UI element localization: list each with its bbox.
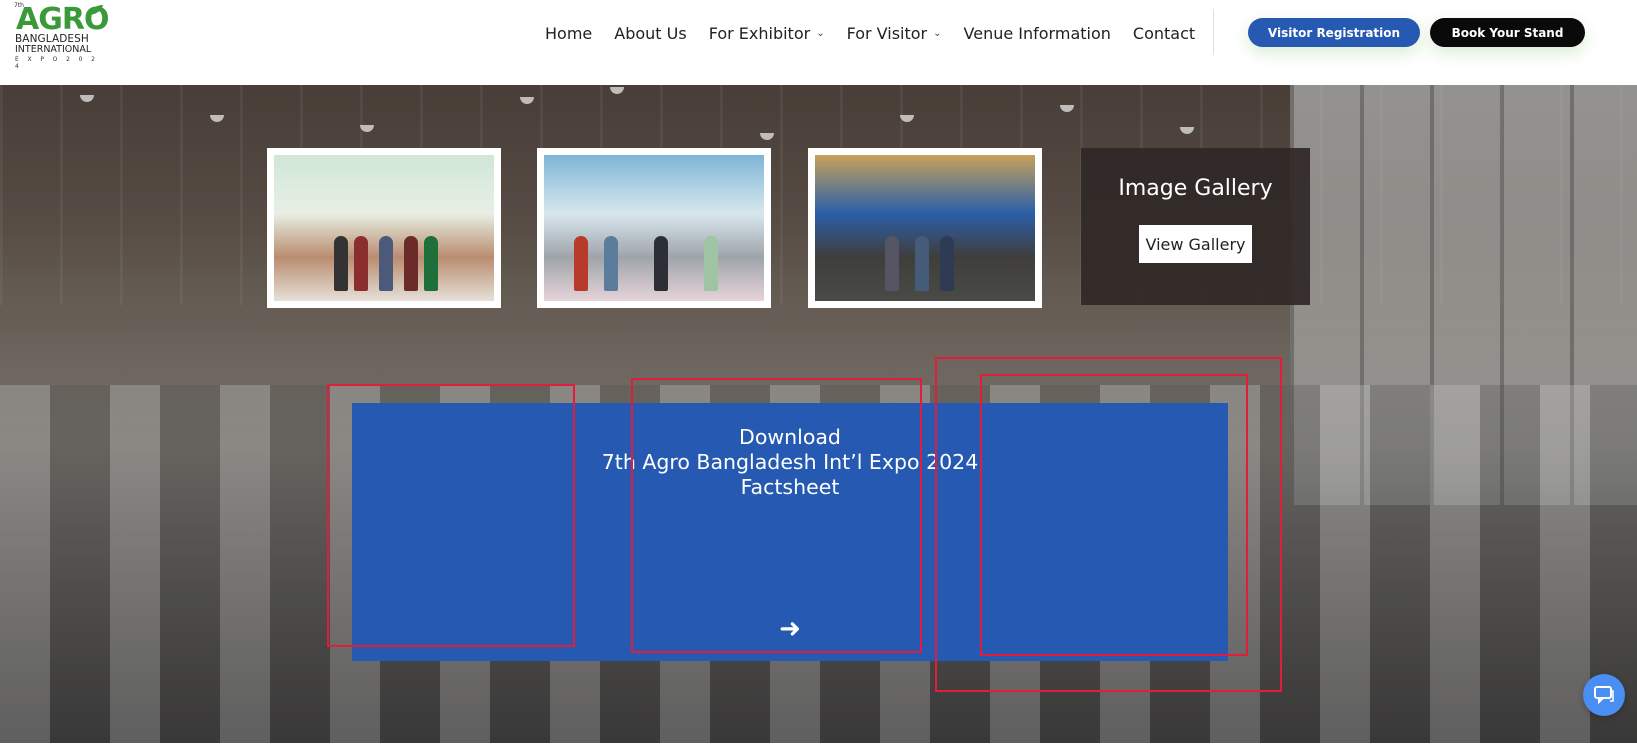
nav-for-visitor-label: For Visitor (846, 23, 928, 43)
image-gallery-card: Image Gallery View Gallery (1081, 148, 1310, 305)
nav-about-us-label: About Us (614, 23, 687, 43)
page-bottom-strip (0, 743, 1637, 749)
photo-figure (404, 236, 418, 291)
site-logo[interactable]: 7th AGRO BANGLADESH INTERNATIONAL E X P … (14, 2, 109, 70)
photo-figure (354, 236, 368, 291)
main-nav: Home About Us For Exhibitor ⌄ For Visitor… (545, 22, 1217, 44)
nav-home-label: Home (545, 23, 593, 43)
photo-figure (334, 236, 348, 291)
photo-figure (654, 236, 668, 291)
photo-figure (704, 236, 718, 291)
highlight-box (980, 374, 1248, 656)
nav-for-visitor[interactable]: For Visitor ⌄ (847, 24, 942, 43)
nav-venue-information-label: Venue Information (963, 23, 1111, 43)
gallery-photo-2 (544, 155, 764, 301)
photo-figure (940, 236, 954, 291)
photo-figure (604, 236, 618, 291)
logo-line-expo: E X P O 2 0 2 4 (15, 56, 99, 70)
nav-contact-label: Contact (1132, 23, 1196, 43)
highlight-box (631, 378, 922, 653)
photo-figure (424, 236, 438, 291)
nav-for-exhibitor-label: For Exhibitor (708, 23, 811, 43)
nav-about-us[interactable]: About Us (614, 24, 686, 43)
book-your-stand-button[interactable]: Book Your Stand (1430, 18, 1585, 47)
gallery-thumbnail-2[interactable] (537, 148, 771, 308)
photo-figure (379, 236, 393, 291)
image-gallery-title: Image Gallery (1118, 176, 1273, 201)
visitor-registration-button[interactable]: Visitor Registration (1248, 18, 1420, 47)
chevron-down-icon: ⌄ (816, 27, 825, 39)
nav-divider (1213, 9, 1214, 55)
photo-figure (915, 236, 929, 291)
chat-icon (1594, 686, 1614, 705)
nav-contact[interactable]: Contact (1133, 24, 1195, 43)
site-header: 7th AGRO BANGLADESH INTERNATIONAL E X P … (0, 0, 1637, 85)
nav-venue-information[interactable]: Venue Information (964, 24, 1111, 43)
chat-button[interactable] (1583, 674, 1625, 716)
photo-figure (574, 236, 588, 291)
chevron-down-icon: ⌄ (933, 27, 942, 39)
logo-line-international: INTERNATIONAL (15, 44, 92, 55)
gallery-photo-3 (815, 155, 1035, 301)
gallery-thumbnail-1[interactable] (267, 148, 501, 308)
photo-figure (885, 236, 899, 291)
gallery-photo-1 (274, 155, 494, 301)
view-gallery-button[interactable]: View Gallery (1139, 225, 1252, 263)
nav-home[interactable]: Home (545, 24, 592, 43)
highlight-box (327, 384, 575, 647)
leaf-icon (90, 5, 103, 15)
gallery-thumbnail-3[interactable] (808, 148, 1042, 308)
nav-for-exhibitor[interactable]: For Exhibitor ⌄ (709, 24, 825, 43)
